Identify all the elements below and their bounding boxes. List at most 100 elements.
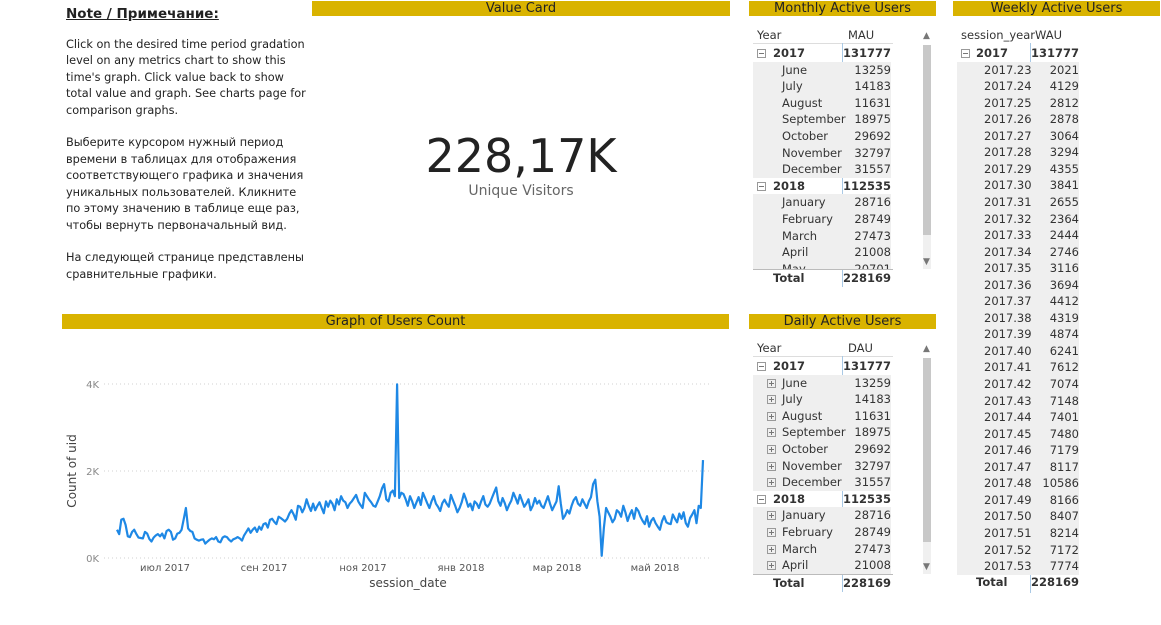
week-row[interactable]: 2017.45 7480: [957, 425, 1079, 443]
scroll-down-icon[interactable]: ▼: [923, 562, 930, 572]
month-row[interactable]: September 18975: [753, 424, 891, 441]
month-row[interactable]: October 29692: [753, 128, 891, 145]
expand-icon[interactable]: [767, 445, 776, 454]
week-row[interactable]: 2017.38 4319: [957, 309, 1079, 327]
collapse-icon[interactable]: [757, 181, 766, 191]
mau-table[interactable]: Year MAU 2017 131777 June 13259 July 14183 Augus…: [753, 21, 933, 287]
month-row[interactable]: October 29692: [753, 441, 891, 458]
row-label: October: [782, 442, 829, 456]
week-row[interactable]: 2017.24 4129: [957, 78, 1079, 95]
scrollbar[interactable]: [923, 358, 931, 574]
wau-table[interactable]: session_year WAU 2017 131777 2017.23 2021 2017…: [957, 21, 1082, 593]
week-row[interactable]: 2017.41 7612: [957, 359, 1079, 377]
week-row[interactable]: 2017.48 10586: [957, 475, 1079, 492]
week-row[interactable]: 2017.36 3694: [957, 276, 1079, 294]
collapse-icon[interactable]: [961, 49, 970, 58]
scrollbar-thumb[interactable]: [923, 45, 931, 235]
scroll-down-icon[interactable]: ▼: [923, 257, 930, 267]
row-value: 8407: [1049, 509, 1079, 524]
month-row[interactable]: January 28716: [753, 194, 891, 211]
week-row[interactable]: 2017.27 3064: [957, 127, 1079, 145]
collapse-icon[interactable]: [757, 494, 766, 504]
expand-icon[interactable]: [767, 561, 776, 571]
month-row[interactable]: February 28749: [753, 211, 891, 228]
week-row[interactable]: 2017.44 7401: [957, 409, 1079, 426]
year-row[interactable]: 2018 112535: [753, 491, 891, 508]
week-row[interactable]: 2017.31 2655: [957, 193, 1079, 211]
row-value: 3064: [1049, 128, 1079, 143]
week-row[interactable]: 2017.23 2021: [957, 61, 1079, 79]
row-value: 112535: [842, 491, 891, 506]
week-row[interactable]: 2017.46 7179: [957, 442, 1079, 459]
month-row[interactable]: July 14183: [753, 78, 891, 95]
expand-icon[interactable]: [767, 378, 776, 388]
week-row[interactable]: 2017.39 4874: [957, 326, 1079, 343]
expand-icon[interactable]: [767, 395, 776, 405]
row-value: 131777: [842, 46, 891, 60]
row-label: November: [782, 145, 842, 160]
collapse-icon[interactable]: [757, 49, 766, 58]
month-row[interactable]: April 21008: [753, 244, 891, 261]
month-row[interactable]: March 27473: [753, 540, 891, 558]
week-row[interactable]: 2017.49 8166: [957, 491, 1079, 509]
users-count-chart[interactable]: 0K 2K 4K июл 2017 сен 2017 ноя 2017 янв 2018 ма…: [62, 332, 729, 594]
expand-icon[interactable]: [767, 478, 776, 488]
row-label: 2017.40: [984, 343, 1032, 358]
scrollbar-thumb[interactable]: [923, 358, 931, 542]
week-row[interactable]: 2017.33 2444: [957, 227, 1079, 244]
dau-table[interactable]: Year DAU 2017 131777 June 13259 July 14183 Augus…: [753, 334, 933, 592]
month-row[interactable]: April 21008: [753, 557, 891, 574]
expand-icon[interactable]: [767, 511, 776, 521]
row-label: 2017.44: [984, 410, 1032, 425]
year-row[interactable]: 2018 112535: [753, 178, 891, 195]
year-row[interactable]: 2017 131777: [753, 45, 891, 62]
scroll-up-icon[interactable]: ▲: [923, 344, 930, 354]
month-row[interactable]: May 20701: [753, 260, 891, 269]
week-row[interactable]: 2017.53 7774: [957, 558, 1079, 575]
week-row[interactable]: 2017.30 3841: [957, 177, 1079, 194]
x-tick-label: янв 2018: [437, 563, 484, 574]
week-row[interactable]: 2017.26 2878: [957, 111, 1079, 128]
year-row[interactable]: 2017 131777: [957, 45, 1079, 62]
month-row[interactable]: August 11631: [753, 94, 891, 112]
collapse-icon[interactable]: [757, 362, 766, 371]
month-row[interactable]: January 28716: [753, 507, 891, 524]
row-value: 2812: [1049, 95, 1079, 110]
week-row[interactable]: 2017.28 3294: [957, 144, 1079, 161]
week-row[interactable]: 2017.52 7172: [957, 541, 1079, 559]
week-row[interactable]: 2017.32 2364: [957, 210, 1079, 228]
expand-icon[interactable]: [767, 411, 776, 421]
month-row[interactable]: November 32797: [753, 144, 891, 162]
scroll-up-icon[interactable]: ▲: [923, 31, 930, 41]
month-row[interactable]: February 28749: [753, 524, 891, 541]
week-row[interactable]: 2017.35 3116: [957, 260, 1079, 277]
week-row[interactable]: 2017.42 7074: [957, 376, 1079, 393]
week-row[interactable]: 2017.40 6241: [957, 342, 1079, 360]
week-row[interactable]: 2017.43 7148: [957, 392, 1079, 410]
month-row[interactable]: September 18975: [753, 111, 891, 128]
month-row[interactable]: March 27473: [753, 227, 891, 245]
expand-icon[interactable]: [767, 461, 776, 471]
month-row[interactable]: November 32797: [753, 457, 891, 475]
year-row[interactable]: 2017 131777: [753, 358, 891, 375]
week-row[interactable]: 2017.34 2746: [957, 243, 1079, 261]
scrollbar[interactable]: [923, 45, 931, 269]
expand-icon[interactable]: [767, 544, 776, 554]
week-row[interactable]: 2017.29 4355: [957, 160, 1079, 178]
month-row[interactable]: December 31557: [753, 474, 891, 491]
month-row[interactable]: December 31557: [753, 161, 891, 178]
month-row[interactable]: June 13259: [753, 61, 891, 79]
week-row[interactable]: 2017.37 4412: [957, 293, 1079, 310]
row-label: April: [782, 558, 809, 573]
expand-icon[interactable]: [767, 528, 776, 537]
unique-visitors-value[interactable]: 228,17K: [312, 128, 730, 184]
value-card-banner: Value Card: [312, 1, 730, 16]
week-row[interactable]: 2017.51 8214: [957, 524, 1079, 542]
month-row[interactable]: July 14183: [753, 391, 891, 408]
month-row[interactable]: June 13259: [753, 374, 891, 392]
expand-icon[interactable]: [767, 428, 776, 438]
week-row[interactable]: 2017.25 2812: [957, 94, 1079, 112]
week-row[interactable]: 2017.47 8117: [957, 458, 1079, 476]
month-row[interactable]: August 11631: [753, 407, 891, 425]
week-row[interactable]: 2017.50 8407: [957, 508, 1079, 525]
